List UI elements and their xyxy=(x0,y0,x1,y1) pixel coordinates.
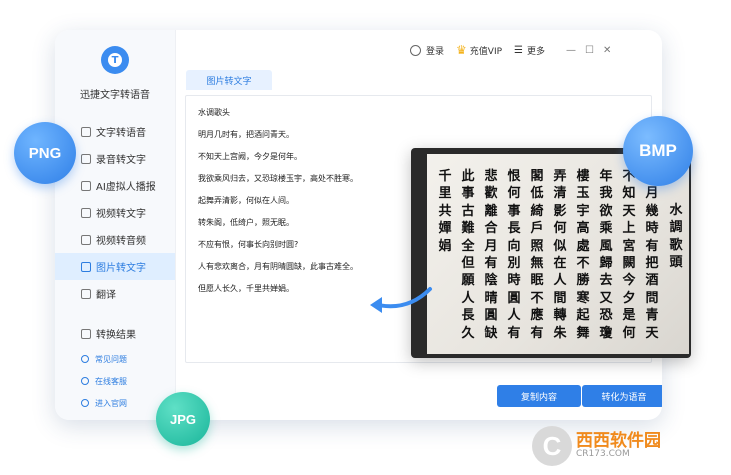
record-icon xyxy=(81,153,91,164)
login-button[interactable]: 登录 xyxy=(410,44,444,57)
app-logo-icon: T xyxy=(101,46,129,74)
watermark-text: 西西软件园 CR173.COM xyxy=(576,432,661,461)
sidebar-item-label: 翻译 xyxy=(96,290,116,301)
sidebar-item-label: 视频转文字 xyxy=(96,209,146,220)
image-icon xyxy=(81,261,91,272)
text-line: 明月几时有，把酒问青天。 xyxy=(198,130,294,139)
calligraphy-column: 恨何事長向別時圓人有 xyxy=(507,169,521,341)
calligraphy-column: 不知天上宮闕今夕是何 xyxy=(622,169,636,341)
sidebar: T 迅捷文字转语音 文字转语音 录音转文字 AI虚拟人播报 视频转文字 视频转音… xyxy=(55,30,176,420)
png-badge: PNG xyxy=(14,122,76,184)
bmp-badge: BMP xyxy=(623,116,693,186)
close-icon[interactable]: ✕ xyxy=(603,45,611,56)
translate-icon xyxy=(81,288,91,299)
more-label: 更多 xyxy=(527,46,546,57)
sidebar-item-label: AI虚拟人播报 xyxy=(96,182,156,193)
calligraphy-column: 樓玉宇高處不勝寒起舞 xyxy=(576,169,590,341)
watermark: C 西西软件园 CR173.COM xyxy=(532,426,722,466)
curved-arrow-icon xyxy=(370,287,432,313)
text-line: 转朱阁，低绮户，照无眠。 xyxy=(198,218,294,227)
text-line: 我欲乘风归去，又恐琼楼玉宇，高处不胜寒。 xyxy=(198,174,358,183)
sidebar-item-ai-avatar[interactable]: AI虚拟人播报 xyxy=(55,172,175,199)
user-icon xyxy=(410,44,421,56)
text-line: 水调歌头 xyxy=(198,108,230,117)
calligraphy-column: 水調歌頭 xyxy=(669,203,683,271)
text-line: 不应有恨，何事长向别时圆? xyxy=(198,240,299,249)
calligraphy-column: 閣低綺戶照無眠不應有 xyxy=(530,169,544,341)
crown-icon: ♛ xyxy=(456,43,467,57)
video-audio-icon xyxy=(81,234,91,245)
calligraphy-column: 千里共嬋娟 xyxy=(438,169,452,254)
help-service-link[interactable]: 在线客服 xyxy=(55,370,175,392)
help-label: 在线客服 xyxy=(95,376,127,386)
service-icon xyxy=(81,377,89,385)
question-icon xyxy=(81,355,89,363)
tab-image-to-text[interactable]: 图片转文字 xyxy=(186,70,272,90)
help-links: 常见问题 在线客服 进入官网 xyxy=(55,348,175,414)
sidebar-item-video-to-audio[interactable]: 视频转音频 xyxy=(55,226,175,253)
text-line: 起舞弄清影，何似在人间。 xyxy=(198,196,294,205)
calligraphy-column: 悲歡離合月有陰晴圓缺 xyxy=(484,169,498,341)
vip-label: 充值VIP xyxy=(469,46,503,57)
text-icon xyxy=(81,126,91,137)
vip-button[interactable]: ♛ 充值VIP xyxy=(456,43,502,57)
app-name: 迅捷文字转语音 xyxy=(80,90,150,101)
sidebar-item-results[interactable]: 转换结果 xyxy=(55,320,175,347)
sidebar-item-image-to-text[interactable]: 图片转文字 xyxy=(55,253,175,280)
convert-to-speech-button[interactable]: 转化为语音 xyxy=(582,385,662,407)
sidebar-item-video-to-text[interactable]: 视频转文字 xyxy=(55,199,175,226)
help-label: 进入官网 xyxy=(95,398,127,408)
maximize-icon[interactable]: ☐ xyxy=(585,45,594,56)
help-faq-link[interactable]: 常见问题 xyxy=(55,348,175,370)
sidebar-item-translate[interactable]: 翻译 xyxy=(55,280,175,307)
window-controls: — ☐ ✕ xyxy=(557,45,611,56)
text-line: 人有悲欢离合，月有阴晴圆缺，此事古难全。 xyxy=(198,262,358,271)
sidebar-item-label: 转换结果 xyxy=(96,330,136,341)
ai-icon xyxy=(81,180,91,191)
minimize-icon[interactable]: — xyxy=(566,45,576,56)
text-line: 不知天上宫阙，今夕是何年。 xyxy=(198,152,302,161)
more-menu-button[interactable]: ☰ 更多 xyxy=(514,44,545,57)
calligraphy-column: 明月幾時有把酒問青天 xyxy=(645,169,659,341)
logo-letter: T xyxy=(108,53,122,67)
video-icon xyxy=(81,207,91,218)
website-icon xyxy=(81,399,89,407)
watermark-logo-icon: C xyxy=(532,426,572,466)
text-line: 但愿人长久，千里共婵娟。 xyxy=(198,284,294,293)
calligraphy-column: 弄清影何似在人間轉朱 xyxy=(553,169,567,341)
watermark-main: 西西软件园 xyxy=(576,430,661,451)
topbar: 登录 ♛ 充值VIP ☰ 更多 — ☐ ✕ xyxy=(410,40,611,60)
login-label: 登录 xyxy=(426,46,445,57)
sidebar-item-label: 图片转文字 xyxy=(96,263,146,274)
copy-content-button[interactable]: 复制内容 xyxy=(497,385,581,407)
jpg-badge: JPG xyxy=(156,392,210,446)
result-icon xyxy=(81,328,91,339)
sidebar-item-label: 视频转音频 xyxy=(96,236,146,247)
calligraphy-column: 年我欲乘風歸去又恐瓊 xyxy=(599,169,613,341)
menu-icon: ☰ xyxy=(514,44,523,56)
sidebar-item-label: 录音转文字 xyxy=(96,155,146,166)
calligraphy-column: 此事古難全但願人長久 xyxy=(461,169,475,341)
help-label: 常见问题 xyxy=(95,354,127,364)
sidebar-item-label: 文字转语音 xyxy=(96,128,146,139)
watermark-sub: CR173.COM xyxy=(576,449,630,460)
